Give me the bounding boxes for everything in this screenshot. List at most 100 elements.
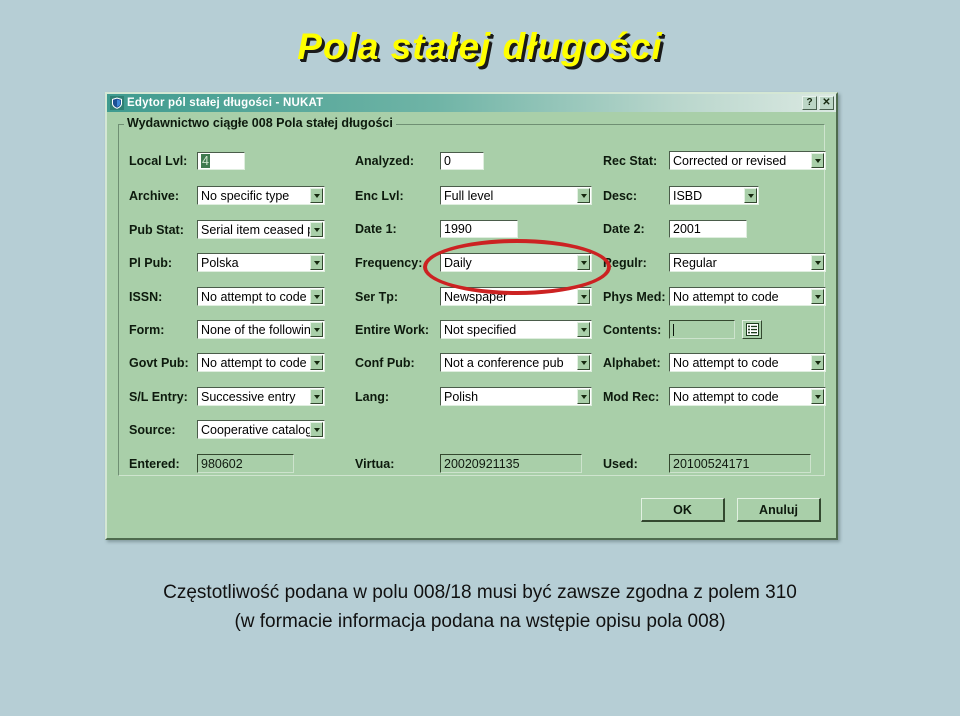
label-form: Form:: [129, 322, 165, 337]
chevron-down-icon[interactable]: [811, 289, 824, 304]
chevron-down-icon[interactable]: [577, 355, 590, 370]
combo-frequency[interactable]: Daily: [440, 253, 592, 272]
help-button[interactable]: ?: [802, 96, 817, 110]
combo-issn-value: No attempt to code: [201, 289, 307, 304]
input-date-1[interactable]: 1990: [440, 220, 518, 238]
field-source: Source: Cooperative cataloging: [129, 420, 325, 439]
chevron-down-icon[interactable]: [577, 289, 590, 304]
field-date-2: Date 2: 2001: [603, 220, 747, 238]
field-virtua: Virtua: 20020921135: [355, 454, 582, 473]
chevron-down-icon[interactable]: [310, 389, 323, 404]
combo-rec-stat-value: Corrected or revised: [673, 153, 787, 168]
combo-rec-stat[interactable]: Corrected or revised: [669, 151, 826, 170]
combo-mod-rec-value: No attempt to code: [673, 389, 779, 404]
label-virtua: Virtua:: [355, 456, 395, 471]
combo-enc-lvl-value: Full level: [444, 188, 494, 203]
combo-lang[interactable]: Polish: [440, 387, 592, 406]
combo-phys-med-value: No attempt to code: [673, 289, 779, 304]
field-phys-med: Phys Med: No attempt to code: [603, 287, 826, 306]
label-local-lvl: Local Lvl:: [129, 154, 188, 168]
combo-govt-pub-value: No attempt to code: [201, 355, 307, 370]
page-title: Pola stałej długości: [297, 26, 663, 67]
field-entered: Entered: 980602: [129, 454, 294, 473]
combo-ser-tp[interactable]: Newspaper: [440, 287, 592, 306]
field-issn: ISSN: No attempt to code: [129, 287, 325, 306]
input-contents[interactable]: [669, 320, 735, 339]
combo-sl-entry-value: Successive entry: [201, 389, 296, 404]
chevron-down-icon[interactable]: [310, 422, 323, 437]
chevron-down-icon[interactable]: [310, 222, 323, 237]
app-shield-icon: [110, 96, 124, 110]
input-used: 20100524171: [669, 454, 811, 473]
combo-regulr-value: Regular: [673, 255, 717, 270]
chevron-down-icon[interactable]: [310, 289, 323, 304]
label-enc-lvl: Enc Lvl:: [355, 188, 404, 203]
label-phys-med: Phys Med:: [603, 289, 666, 304]
input-date-2[interactable]: 2001: [669, 220, 747, 238]
combo-entire-work[interactable]: Not specified: [440, 320, 592, 339]
combo-pl-pub-value: Polska: [201, 255, 239, 270]
input-entered: 980602: [197, 454, 294, 473]
dialog-titlebar[interactable]: Edytor pól stałej długości - NUKAT ? ✕: [107, 94, 836, 112]
chevron-down-icon[interactable]: [310, 255, 323, 270]
groupbox-legend: Wydawnictwo ciągłe 008 Pola stałej długo…: [124, 116, 396, 130]
caption-line-2: (w formacie informacja podana na wstępie…: [234, 611, 726, 633]
cancel-button[interactable]: Anuluj: [737, 498, 821, 522]
caption-line-1: Częstotliwość podana w polu 008/18 musi …: [163, 582, 797, 603]
field-form: Form: None of the following: [129, 320, 325, 339]
combo-alphabet[interactable]: No attempt to code: [669, 353, 826, 372]
chevron-down-icon[interactable]: [310, 322, 323, 337]
label-entered: Entered:: [129, 456, 180, 471]
chevron-down-icon[interactable]: [310, 188, 323, 203]
combo-source[interactable]: Cooperative cataloging: [197, 420, 325, 439]
chevron-down-icon[interactable]: [811, 389, 824, 404]
chevron-down-icon[interactable]: [577, 389, 590, 404]
chevron-down-icon[interactable]: [811, 355, 824, 370]
combo-sl-entry[interactable]: Successive entry: [197, 387, 325, 406]
label-alphabet: Alphabet:: [603, 355, 661, 370]
chevron-down-icon[interactable]: [811, 153, 824, 168]
chevron-down-icon[interactable]: [577, 322, 590, 337]
combo-conf-pub-value: Not a conference pub: [444, 355, 564, 370]
field-archive: Archive: No specific type: [129, 186, 325, 205]
label-analyzed: Analyzed:: [355, 154, 415, 168]
input-local-lvl[interactable]: 4: [197, 152, 245, 170]
chevron-down-icon[interactable]: [310, 355, 323, 370]
close-icon[interactable]: ✕: [819, 96, 834, 110]
label-sl-entry: S/L Entry:: [129, 389, 188, 404]
combo-pub-stat[interactable]: Serial item ceased pub: [197, 220, 325, 239]
field-alphabet: Alphabet: No attempt to code: [603, 353, 826, 372]
field-pl-pub: Pl Pub: Polska: [129, 253, 325, 272]
combo-phys-med[interactable]: No attempt to code: [669, 287, 826, 306]
label-archive: Archive:: [129, 188, 180, 203]
chevron-down-icon[interactable]: [811, 255, 824, 270]
combo-desc[interactable]: ISBD: [669, 186, 759, 205]
combo-regulr[interactable]: Regular: [669, 253, 826, 272]
contents-list-icon[interactable]: [742, 320, 762, 339]
combo-govt-pub[interactable]: No attempt to code: [197, 353, 325, 372]
chevron-down-icon[interactable]: [577, 255, 590, 270]
combo-ser-tp-value: Newspaper: [444, 289, 508, 304]
field-local-lvl: Local Lvl: 4: [129, 152, 245, 170]
combo-form[interactable]: None of the following: [197, 320, 325, 339]
combo-conf-pub[interactable]: Not a conference pub: [440, 353, 592, 372]
field-date-1: Date 1: 1990: [355, 220, 518, 238]
field-pub-stat: Pub Stat: Serial item ceased pub: [129, 220, 325, 239]
label-source: Source:: [129, 422, 176, 437]
field-entire-work: Entire Work: Not specified: [355, 320, 592, 339]
combo-archive[interactable]: No specific type: [197, 186, 325, 205]
label-used: Used:: [603, 456, 638, 471]
input-analyzed[interactable]: 0: [440, 152, 484, 170]
combo-pub-stat-value: Serial item ceased pub: [201, 222, 310, 237]
combo-issn[interactable]: No attempt to code: [197, 287, 325, 306]
label-frequency: Frequency:: [355, 255, 423, 270]
chevron-down-icon[interactable]: [744, 188, 757, 203]
combo-entire-work-value: Not specified: [444, 322, 517, 337]
ok-button[interactable]: OK: [641, 498, 725, 522]
combo-enc-lvl[interactable]: Full level: [440, 186, 592, 205]
combo-mod-rec[interactable]: No attempt to code: [669, 387, 826, 406]
combo-pl-pub[interactable]: Polska: [197, 253, 325, 272]
chevron-down-icon[interactable]: [577, 188, 590, 203]
combo-archive-value: No specific type: [201, 188, 290, 203]
label-lang: Lang:: [355, 389, 390, 404]
